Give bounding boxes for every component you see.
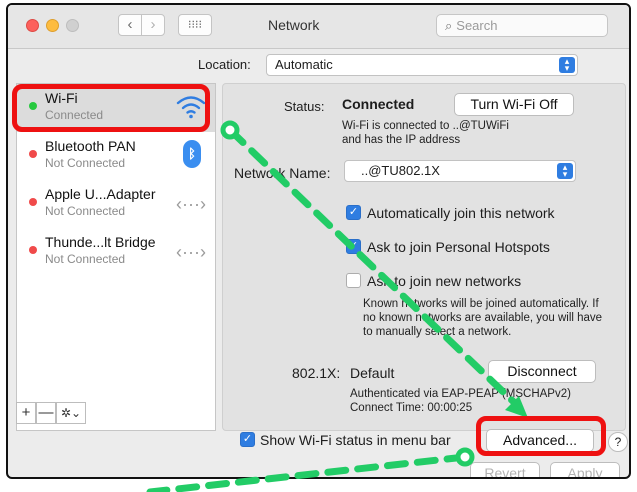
add-service-button[interactable]: + (16, 402, 36, 424)
status-dot-icon (29, 246, 37, 254)
status-dot-icon (29, 150, 37, 158)
chevron-left-icon: ‹ (127, 16, 133, 33)
status-dot-icon (29, 102, 37, 110)
auth-method-text: Authenticated via EAP-PEAP (MSCHAPv2) (350, 388, 571, 400)
auto-join-checkbox[interactable]: ✓ (346, 205, 361, 220)
search-icon: ⌕ (445, 18, 453, 33)
personal-hotspots-checkbox[interactable]: ✓ (346, 239, 361, 254)
status-value: Connected (342, 96, 415, 112)
connect-time-text: Connect Time: 00:00:25 (350, 402, 473, 414)
location-popup[interactable]: Automatic ▴ ▾ (266, 54, 578, 76)
gear-icon: ✲⌄ (60, 406, 82, 420)
network-name-value: ..@TU802.1X (361, 163, 440, 178)
chevron-right-icon: › (150, 16, 156, 33)
window-title: Network (268, 17, 320, 33)
service-thunderbolt-bridge[interactable]: Thunde...lt Bridge Not Connected ‹···› (17, 228, 215, 276)
forward-button[interactable]: › (141, 14, 165, 36)
known-networks-note-line2: no known networks are available, you wil… (363, 312, 603, 324)
service-wifi[interactable]: Wi-Fi Connected (17, 84, 215, 132)
ethernet-icon: ‹···› (176, 194, 206, 214)
search-placeholder: Search (456, 18, 498, 33)
gear-menu-button[interactable]: ✲⌄ (56, 402, 86, 424)
new-networks-label: Ask to join new networks (367, 273, 522, 289)
service-state: Not Connected (45, 204, 126, 218)
popup-arrows-icon: ▴ ▾ (557, 163, 573, 179)
personal-hotspots-label: Ask to join Personal Hotspots (367, 239, 550, 255)
service-name: Bluetooth PAN (45, 138, 136, 154)
popup-arrows-icon: ▴ ▾ (559, 57, 575, 73)
dot1x-value: Default (350, 365, 395, 381)
title-bar: ‹ › ⁝⁝⁝⁝ Network ⌕ Search (8, 5, 629, 49)
advanced-button[interactable]: Advanced... (486, 429, 594, 452)
search-input[interactable]: ⌕ Search (436, 14, 608, 37)
bluetooth-icon: ᛒ (183, 140, 201, 168)
service-name: Apple U...Adapter (45, 186, 156, 202)
network-name-popup[interactable]: ..@TU802.1X ▴ ▾ (344, 160, 576, 182)
location-value: Automatic (275, 57, 333, 72)
dot1x-label: 802.1X: (292, 365, 341, 381)
back-button[interactable]: ‹ (118, 14, 142, 36)
service-list-toolbar: + — ✲⌄ (16, 402, 86, 424)
known-networks-note-line1: Known networks will be joined automatica… (363, 298, 599, 310)
network-preferences-window: ‹ › ⁝⁝⁝⁝ Network ⌕ Search Location: Autom… (6, 3, 631, 479)
show-wifi-status-checkbox[interactable]: ✓ (240, 432, 255, 447)
service-apple-usb-adapter[interactable]: Apple U...Adapter Not Connected ‹···› (17, 180, 215, 228)
location-label: Location: (198, 57, 251, 72)
auto-join-label: Automatically join this network (367, 205, 555, 221)
status-label: Status: (284, 99, 325, 114)
service-bluetooth-pan[interactable]: Bluetooth PAN Not Connected ᛒ (17, 132, 215, 180)
status-description-line1: Wi-Fi is connected to ..@TUWiFi (342, 120, 509, 132)
known-networks-note-line3: to manually select a network. (363, 326, 512, 338)
status-description-line2: and has the IP address (342, 134, 461, 146)
grid-icon: ⁝⁝⁝⁝ (188, 19, 202, 31)
zoom-button[interactable] (66, 19, 79, 32)
service-name: Wi-Fi (45, 90, 78, 106)
wifi-icon (175, 94, 207, 122)
service-list: Wi-Fi Connected Bluetooth PAN Not Connec… (16, 83, 216, 431)
network-name-label: Network Name: (234, 165, 331, 181)
service-state: Not Connected (45, 252, 126, 266)
apply-button[interactable]: Apply (550, 462, 620, 477)
help-button[interactable]: ? (608, 432, 628, 452)
minimize-button[interactable] (46, 19, 59, 32)
status-dot-icon (29, 198, 37, 206)
remove-service-button[interactable]: — (36, 402, 56, 424)
turn-wifi-off-button[interactable]: Turn Wi-Fi Off (454, 93, 574, 116)
show-wifi-status-label: Show Wi-Fi status in menu bar (260, 432, 451, 448)
revert-button[interactable]: Revert (470, 462, 540, 477)
disconnect-button[interactable]: Disconnect (488, 360, 596, 383)
service-state: Not Connected (45, 156, 126, 170)
show-all-button[interactable]: ⁝⁝⁝⁝ (178, 14, 212, 36)
new-networks-checkbox[interactable] (346, 273, 361, 288)
service-state: Connected (45, 108, 104, 122)
service-name: Thunde...lt Bridge (45, 234, 156, 250)
close-button[interactable] (26, 19, 39, 32)
ethernet-icon: ‹···› (176, 242, 206, 262)
